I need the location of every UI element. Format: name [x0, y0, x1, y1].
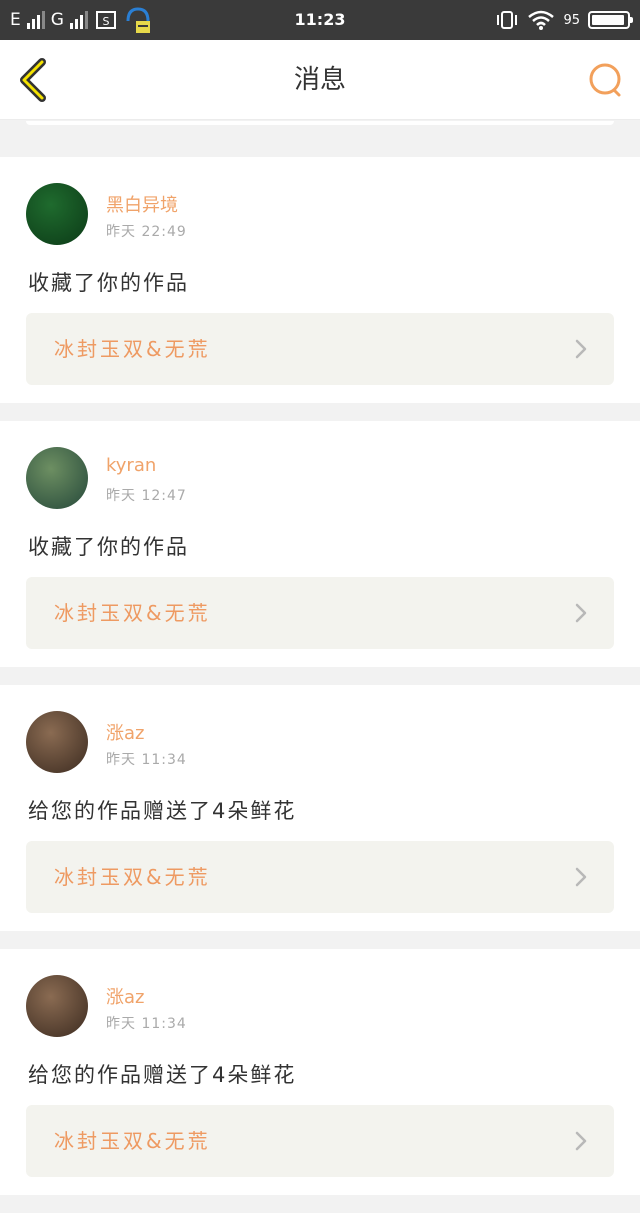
signal-icon	[26, 11, 45, 29]
work-title: 冰封玉双&无荒	[54, 1129, 211, 1153]
action-text: 收藏了你的作品	[28, 271, 189, 295]
username[interactable]: kyran	[106, 455, 156, 476]
previous-card-edge	[0, 121, 640, 157]
message-list[interactable]: 黑白异境 昨天 22:49 收藏了你的作品 冰封玉双&无荒 kyran 昨天 1…	[0, 121, 640, 1213]
vibrate-icon	[497, 11, 518, 29]
username[interactable]: 涨az	[106, 983, 144, 1009]
action-text: 给您的作品赠送了4朵鲜花	[28, 799, 297, 823]
battery-percent: 95	[563, 12, 580, 28]
work-title: 冰封玉双&无荒	[54, 337, 211, 361]
page-title: 消息	[293, 65, 346, 95]
chevron-right-icon	[575, 339, 587, 359]
carrier-label-2: G	[50, 10, 64, 30]
wifi-icon	[528, 10, 555, 30]
status-signals: E G S	[10, 0, 152, 40]
work-title: 冰封玉双&无荒	[54, 601, 211, 625]
chevron-right-icon	[575, 867, 587, 887]
signal-icon-2	[69, 11, 88, 29]
battery-icon	[588, 11, 633, 29]
chevron-left-icon[interactable]	[16, 58, 50, 102]
username[interactable]: 涨az	[106, 719, 144, 745]
chat-notification-icon	[126, 7, 150, 33]
work-title: 冰封玉双&无荒	[54, 865, 211, 889]
notification-card: 涨az 昨天 11:34 给您的作品赠送了4朵鲜花 冰封玉双&无荒	[0, 949, 640, 1195]
status-bar: E G S 11:23 95	[0, 0, 640, 40]
svg-text:S: S	[102, 15, 109, 28]
screenshot-icon: S	[95, 11, 116, 29]
battery-fill	[592, 15, 625, 25]
notification-card: 涨az 昨天 11:34 给您的作品赠送了4朵鲜花 冰封玉双&无荒	[0, 685, 640, 931]
status-system: 95	[495, 0, 633, 40]
action-text: 给您的作品赠送了4朵鲜花	[28, 1063, 297, 1087]
work-link[interactable]: 冰封玉双&无荒	[26, 577, 614, 649]
username[interactable]: 黑白异境	[106, 191, 178, 217]
timestamp: 昨天 12:47	[106, 488, 187, 504]
work-link[interactable]: 冰封玉双&无荒	[26, 313, 614, 385]
action-text: 收藏了你的作品	[28, 535, 189, 559]
carrier-label-1: E	[10, 10, 21, 30]
chevron-right-icon	[575, 1131, 587, 1151]
search-icon[interactable]	[588, 62, 624, 98]
notification-card: 黑白异境 昨天 22:49 收藏了你的作品 冰封玉双&无荒	[0, 157, 640, 403]
avatar[interactable]	[26, 975, 88, 1037]
notification-card: kyran 昨天 12:47 收藏了你的作品 冰封玉双&无荒	[0, 421, 640, 667]
avatar[interactable]	[26, 447, 88, 509]
work-link[interactable]: 冰封玉双&无荒	[26, 1105, 614, 1177]
avatar[interactable]	[26, 711, 88, 773]
timestamp: 昨天 11:34	[106, 1016, 187, 1032]
header: 消息	[0, 40, 640, 120]
work-link[interactable]: 冰封玉双&无荒	[26, 841, 614, 913]
avatar[interactable]	[26, 183, 88, 245]
timestamp: 昨天 22:49	[106, 224, 187, 240]
timestamp: 昨天 11:34	[106, 752, 187, 768]
chevron-right-icon	[575, 603, 587, 623]
